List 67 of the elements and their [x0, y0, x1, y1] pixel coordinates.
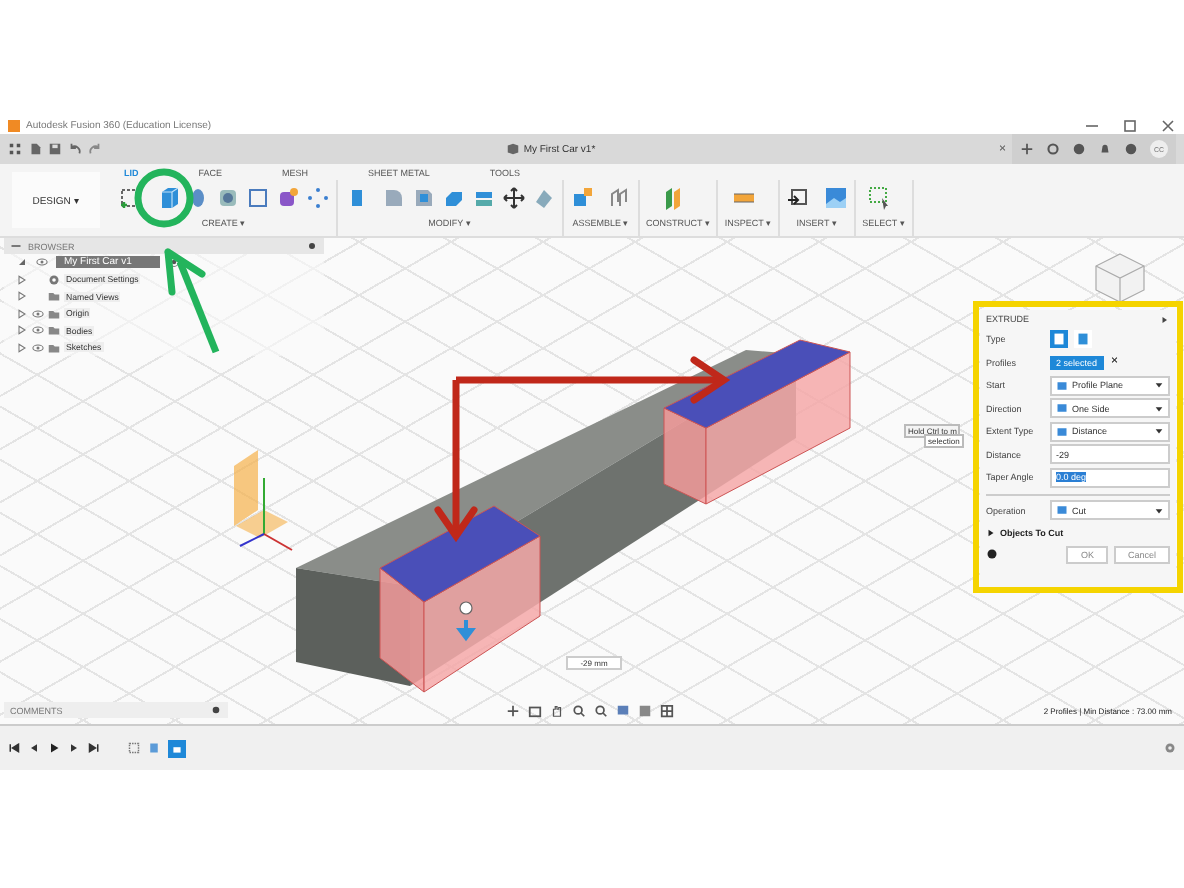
points-icon[interactable]	[306, 186, 330, 210]
add-comment-icon[interactable]	[210, 704, 222, 716]
info-icon[interactable]	[986, 548, 998, 560]
globe-icon[interactable]	[1072, 142, 1087, 156]
skip-end-icon[interactable]	[88, 742, 100, 754]
app-logo-icon	[8, 119, 20, 131]
orbit-icon[interactable]	[506, 704, 520, 718]
close-icon[interactable]	[1160, 117, 1176, 133]
sketch-feature-icon[interactable]	[128, 742, 140, 754]
solid-type-icon[interactable]	[1050, 330, 1068, 349]
pan-hand-icon[interactable]	[550, 704, 564, 718]
highlight-circle	[134, 168, 194, 228]
skip-start-icon[interactable]	[8, 742, 20, 754]
undo-icon[interactable]	[68, 142, 82, 156]
look-at-icon[interactable]	[528, 704, 542, 718]
caret-icon	[1154, 380, 1164, 391]
manipulator-handle-icon[interactable]	[458, 601, 474, 642]
joint-icon[interactable]	[608, 186, 632, 210]
caret-icon	[1154, 505, 1164, 516]
pointer-arrow	[164, 248, 220, 354]
job-status-icon[interactable]	[1046, 142, 1061, 156]
save-icon[interactable]	[48, 142, 62, 156]
maximize-icon[interactable]	[1122, 117, 1138, 133]
bell-icon[interactable]	[1098, 142, 1113, 156]
caret-icon	[1154, 403, 1164, 414]
eye-icon[interactable]	[32, 324, 44, 337]
redo-icon[interactable]	[88, 142, 102, 156]
thin-type-icon[interactable]	[1074, 330, 1092, 349]
origin-axes-drawing	[234, 450, 293, 551]
eye-icon[interactable]	[36, 256, 48, 269]
zoom-icon[interactable]	[572, 704, 586, 718]
sketch-box-icon[interactable]	[246, 186, 270, 210]
extrude-feature-icon[interactable]	[148, 742, 160, 754]
help-icon[interactable]	[1124, 142, 1139, 156]
expand-arrow-icon[interactable]	[986, 527, 996, 537]
active-feature-icon[interactable]	[168, 739, 186, 757]
eye-icon[interactable]	[32, 341, 44, 354]
plus-icon[interactable]	[1020, 142, 1035, 156]
step-back-icon[interactable]	[28, 742, 40, 754]
move-icon[interactable]	[502, 186, 526, 210]
radio-icon[interactable]	[167, 256, 180, 269]
settings-icon[interactable]	[1164, 742, 1176, 754]
caret-icon	[1154, 426, 1164, 437]
step-forward-icon[interactable]	[68, 742, 80, 754]
viewports-icon[interactable]	[660, 704, 674, 718]
form-icon[interactable]	[276, 186, 300, 210]
play-icon[interactable]	[48, 742, 60, 754]
expand-arrow-icon[interactable]	[1158, 313, 1170, 325]
extrude-icon[interactable]	[156, 186, 180, 210]
image-icon[interactable]	[824, 186, 849, 210]
option-icon	[1056, 504, 1068, 517]
pin-icon[interactable]	[306, 240, 318, 252]
file-icon[interactable]	[28, 142, 42, 156]
shell-icon[interactable]	[442, 186, 466, 210]
insert-derive-icon[interactable]	[786, 186, 811, 210]
gear-icon	[48, 273, 60, 286]
display-settings-icon[interactable]	[616, 704, 630, 718]
document-icon	[505, 142, 520, 156]
new-component-icon[interactable]	[570, 186, 594, 210]
chamfer-icon[interactable]	[412, 186, 436, 210]
eye-icon[interactable]	[32, 307, 44, 320]
grid-settings-icon[interactable]	[638, 704, 652, 718]
collapse-icon[interactable]	[10, 240, 22, 252]
fillet-icon[interactable]	[382, 186, 406, 210]
search-icon[interactable]	[594, 704, 608, 718]
window-select-icon[interactable]	[867, 186, 892, 210]
grid-menu-icon[interactable]	[8, 142, 22, 156]
